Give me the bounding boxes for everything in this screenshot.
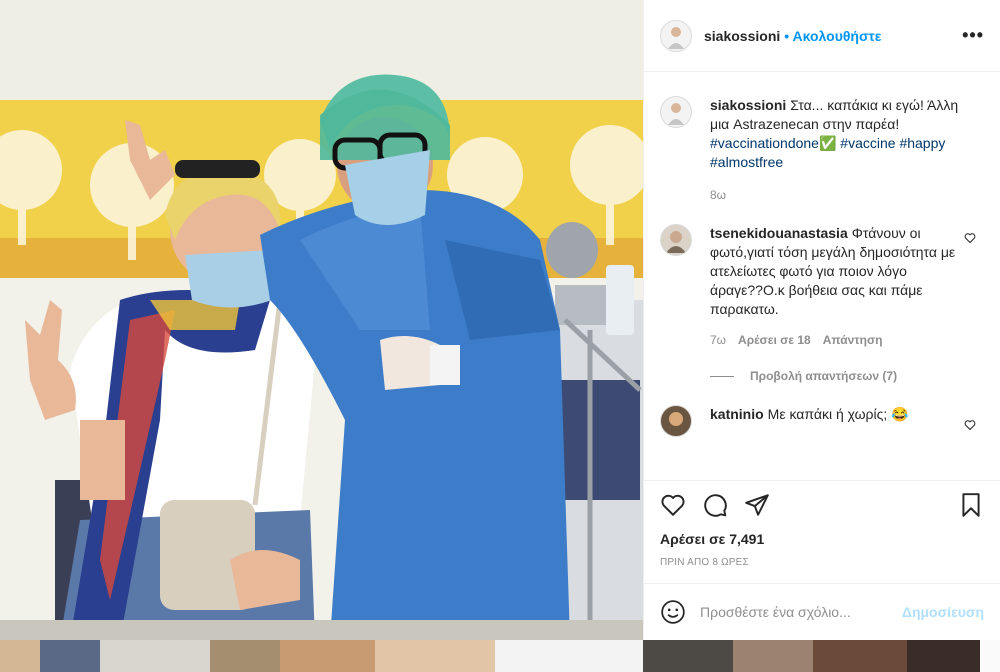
bookmark-icon[interactable] [958, 492, 984, 518]
comment-body: Με καπάκι ή χωρίς; 😂 [767, 406, 909, 422]
add-comment-bar: Δημοσίευση [644, 583, 1000, 640]
avatar[interactable] [660, 405, 692, 437]
other-posts-strip [0, 640, 1000, 672]
comment-likes[interactable]: Αρέσει σε 18 [738, 333, 811, 347]
more-options-icon[interactable]: ••• [962, 25, 984, 46]
avatar[interactable] [660, 224, 692, 256]
caption: siakossioni Στα... καπάκια κι εγώ! Άλλη μ… [660, 96, 984, 202]
hashtag[interactable]: #vaccine [840, 135, 895, 151]
reply-button[interactable]: Απάντηση [823, 333, 883, 347]
comment-like-icon[interactable] [964, 419, 976, 431]
comment-age[interactable]: 7ω [710, 333, 726, 347]
emoji-icon[interactable] [660, 599, 686, 625]
comments-list[interactable]: siakossioni Στα... καπάκια κι εγώ! Άλλη μ… [644, 72, 1000, 480]
comment-meta: 7ω Αρέσει σε 18 Απάντηση [710, 333, 960, 347]
comment-username[interactable]: tsenekidouanastasia [710, 225, 848, 241]
hashtag[interactable]: #vaccinationdone✅ [710, 135, 836, 151]
avatar[interactable] [660, 96, 692, 128]
comment: katninio Με καπάκι ή χωρίς; 😂 [660, 405, 984, 437]
likes-count[interactable]: Αρέσει σε 7,491 [660, 531, 984, 547]
caption-text: siakossioni Στα... καπάκια κι εγώ! Άλλη μ… [710, 96, 960, 172]
comment-text: katninio Με καπάκι ή χωρίς; 😂 [710, 405, 960, 424]
post-author-username[interactable]: siakossioni [704, 28, 780, 44]
caption-meta: 8ω [710, 188, 960, 202]
comment-username[interactable]: katninio [710, 406, 764, 422]
comment-like-icon[interactable] [964, 232, 976, 244]
caption-username[interactable]: siakossioni [710, 97, 786, 113]
post-photo[interactable] [0, 0, 643, 640]
follow-button[interactable]: • Ακολουθήστε [784, 28, 881, 44]
replies-divider [710, 375, 734, 377]
heart-icon[interactable] [660, 492, 686, 518]
caption-age[interactable]: 8ω [710, 188, 726, 202]
post-actions: Αρέσει σε 7,491 ΠΡΙΝ ΑΠΟ 8 ΩΡΕΣ Δημοσίευ… [644, 480, 1000, 640]
instagram-post-viewer: siakossioni • Ακολουθήστε ••• siakossion… [0, 0, 1000, 672]
comment: tsenekidouanastasia Φτάνουν οι φωτό,γιατί… [660, 224, 984, 347]
post-header: siakossioni • Ακολουθήστε ••• [644, 0, 1000, 72]
share-icon[interactable] [744, 492, 770, 518]
post-timestamp[interactable]: ΠΡΙΝ ΑΠΟ 8 ΩΡΕΣ [660, 557, 984, 568]
hashtag[interactable]: #almostfree [710, 154, 783, 170]
action-icons [660, 481, 984, 529]
comment-text: tsenekidouanastasia Φτάνουν οι φωτό,γιατί… [710, 224, 960, 319]
view-replies-label: Προβολή απαντήσεων (7) [750, 369, 898, 383]
publish-button[interactable]: Δημοσίευση [902, 604, 984, 620]
comment-icon[interactable] [702, 492, 728, 518]
post-side-panel: siakossioni • Ακολουθήστε ••• siakossion… [643, 0, 1000, 640]
avatar[interactable] [660, 19, 692, 52]
comment-input[interactable] [700, 604, 902, 620]
view-replies-button[interactable]: Προβολή απαντήσεων (7) [710, 369, 984, 383]
hashtag[interactable]: #happy [899, 135, 945, 151]
